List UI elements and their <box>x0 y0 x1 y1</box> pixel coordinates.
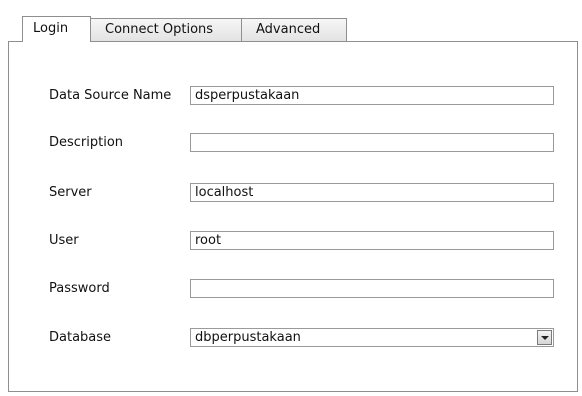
password-label: Password <box>49 281 110 296</box>
chevron-down-icon <box>541 336 549 340</box>
password-input[interactable] <box>190 279 554 298</box>
database-select[interactable]: dbperpustakaan <box>190 328 554 347</box>
user-row: User <box>9 231 577 251</box>
server-row: Server <box>9 183 577 203</box>
database-value: dbperpustakaan <box>195 330 301 345</box>
database-dropdown-button[interactable] <box>537 330 552 345</box>
server-label: Server <box>49 185 92 200</box>
description-row: Description <box>9 133 577 153</box>
tab-login[interactable]: Login <box>22 16 91 42</box>
database-label: Database <box>49 330 112 345</box>
server-input[interactable] <box>190 183 554 202</box>
description-input[interactable] <box>190 133 554 152</box>
tab-connect-options[interactable]: Connect Options <box>90 18 242 42</box>
user-label: User <box>49 233 79 248</box>
dsn-label: Data Source Name <box>49 88 172 103</box>
user-input[interactable] <box>190 231 554 250</box>
login-panel: Data Source Name Description Server User… <box>8 41 578 392</box>
password-row: Password <box>9 279 577 299</box>
odbc-dsn-dialog: Login Connect Options Advanced Data Sour… <box>0 0 582 396</box>
dsn-row: Data Source Name <box>9 86 577 106</box>
dsn-input[interactable] <box>190 86 554 105</box>
tab-advanced[interactable]: Advanced <box>241 18 347 42</box>
database-row: Database dbperpustakaan <box>9 328 577 348</box>
description-label: Description <box>49 135 124 150</box>
tab-strip: Login Connect Options Advanced <box>22 16 347 42</box>
